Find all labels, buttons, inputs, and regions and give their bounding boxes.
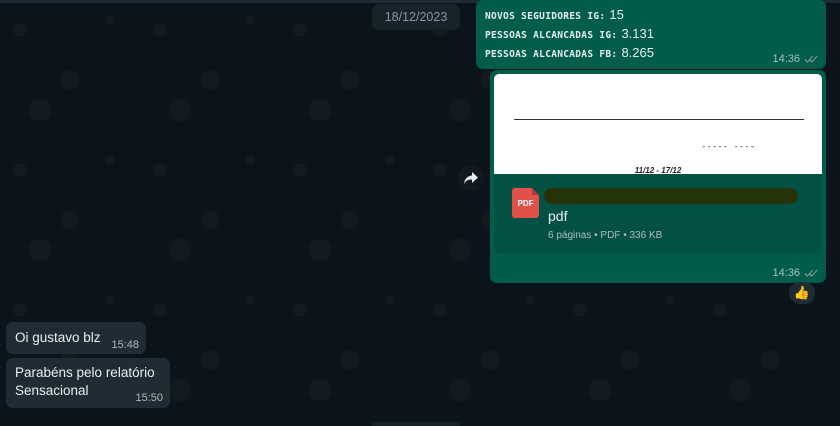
message-meta: 14:36	[772, 267, 818, 279]
message-meta: 14:36	[772, 53, 818, 65]
preview-rule	[514, 119, 804, 120]
date-chip: 18/12/2023	[372, 4, 460, 30]
message-time: 14:36	[772, 53, 800, 65]
incoming-message[interactable]: Parabéns pelo relatório Sensacional 15:5…	[6, 358, 170, 408]
preview-dashes: ----- ----	[701, 142, 756, 152]
stat-reach-fb: PESSOAS ALCANCADAS FB: 8.265	[485, 45, 654, 60]
document-info[interactable]: PDF pdf 6 páginas • PDF • 336 KB	[494, 174, 822, 254]
message-meta: 15:48	[111, 339, 139, 351]
stat-label: PESSOAS ALCANCADAS IG:	[485, 30, 618, 41]
stat-new-followers-ig: NOVOS SEGUIDORES IG: 15	[485, 7, 624, 22]
document-title: pdf	[548, 208, 568, 224]
redacted-file-name	[544, 188, 798, 204]
document-details: 6 páginas • PDF • 336 KB	[548, 230, 663, 241]
message-time: 14:36	[772, 267, 800, 279]
message-text-line: Parabéns pelo relatório	[15, 365, 155, 380]
forward-button[interactable]	[458, 165, 484, 191]
outgoing-document-message[interactable]: ----- ---- 11/12 - 17/12 PDF pdf 6 págin…	[490, 70, 826, 283]
bottom-scroll-marker	[372, 422, 460, 426]
stat-reach-ig: PESSOAS ALCANCADAS IG: 3.131	[485, 26, 654, 41]
read-ticks-icon	[804, 55, 818, 63]
message-time: 15:48	[111, 339, 139, 351]
stat-value: 3.131	[621, 26, 654, 41]
stat-value: 15	[609, 7, 624, 22]
document-preview[interactable]: ----- ---- 11/12 - 17/12	[494, 74, 822, 175]
message-meta: 15:50	[135, 392, 163, 404]
message-time: 15:50	[135, 392, 163, 404]
incoming-message[interactable]: Oi gustavo blz 15:48	[6, 322, 146, 354]
stat-value: 8.265	[621, 45, 654, 60]
message-text: Oi gustavo blz	[15, 330, 101, 345]
thumbs-up-icon: 👍	[793, 285, 811, 300]
thumbs-up-reaction[interactable]: 👍	[789, 282, 815, 304]
pdf-file-icon: PDF	[512, 188, 539, 218]
read-ticks-icon	[804, 269, 818, 277]
message-text-line: Sensacional	[15, 383, 89, 398]
stat-label: NOVOS SEGUIDORES IG:	[485, 11, 606, 22]
stat-label: PESSOAS ALCANCADAS FB:	[485, 49, 618, 60]
forward-arrow-icon	[464, 172, 478, 184]
outgoing-stats-message[interactable]: NOVOS SEGUIDORES IG: 15 PESSOAS ALCANCAD…	[476, 0, 826, 69]
pdf-icon-label: PDF	[517, 198, 534, 208]
